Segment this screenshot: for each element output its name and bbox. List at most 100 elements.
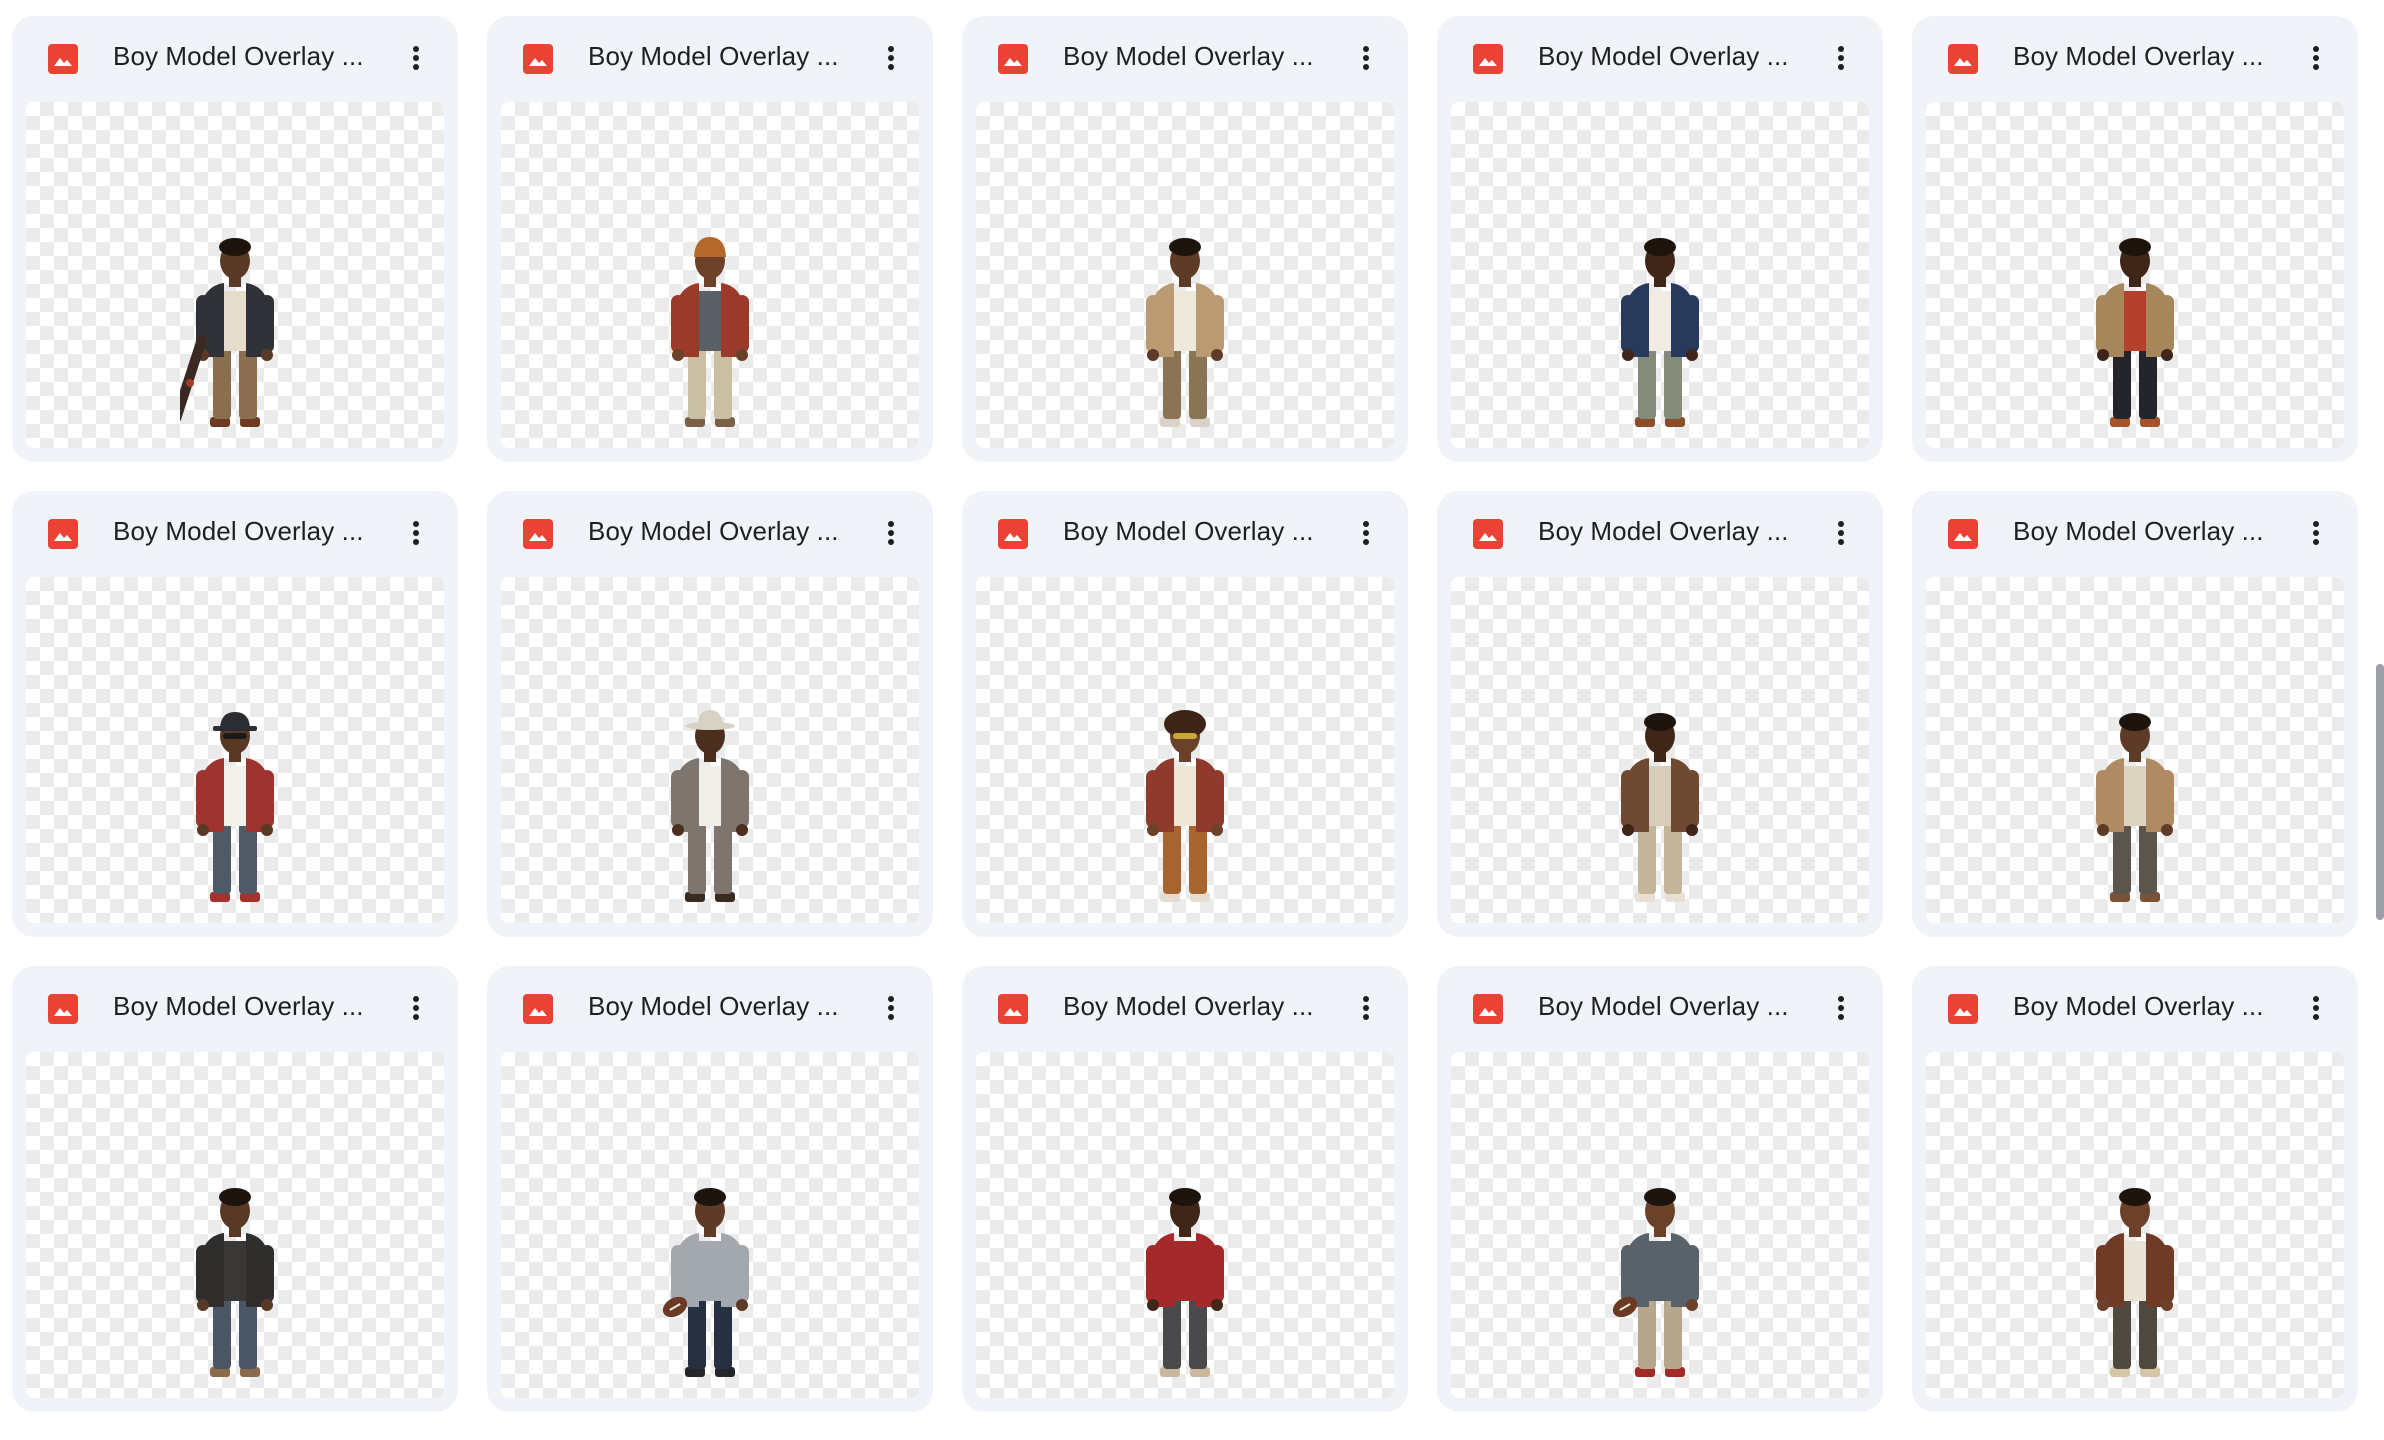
file-card[interactable]: Boy Model Overlay ... xyxy=(1437,16,1883,462)
thumbnail-figure xyxy=(1130,233,1240,434)
image-file-icon xyxy=(998,44,1028,74)
more-actions-button[interactable] xyxy=(394,36,438,80)
file-thumbnail[interactable] xyxy=(26,577,444,923)
image-file-icon xyxy=(523,994,553,1024)
file-thumbnail[interactable] xyxy=(1926,577,2344,923)
file-thumbnail[interactable] xyxy=(976,102,1394,448)
file-card[interactable]: Boy Model Overlay ... xyxy=(1912,966,2358,1412)
image-file-icon xyxy=(998,519,1028,549)
file-card[interactable]: Boy Model Overlay ... xyxy=(1437,966,1883,1412)
file-card[interactable]: Boy Model Overlay ... xyxy=(1912,491,2358,937)
more-actions-button[interactable] xyxy=(2294,511,2338,555)
more-vertical-icon xyxy=(1838,996,1844,1020)
thumbnail-figure xyxy=(655,708,765,909)
thumbnail-figure xyxy=(180,708,290,909)
image-file-icon xyxy=(1473,519,1503,549)
thumbnail-figure xyxy=(2080,1183,2190,1384)
more-vertical-icon xyxy=(888,996,894,1020)
file-card-header: Boy Model Overlay ... xyxy=(962,966,1408,1052)
image-file-icon xyxy=(48,44,78,74)
file-thumbnail[interactable] xyxy=(1451,102,1869,448)
more-vertical-icon xyxy=(1363,521,1369,545)
more-actions-button[interactable] xyxy=(869,511,913,555)
scrollbar[interactable] xyxy=(2376,664,2384,920)
file-title: Boy Model Overlay ... xyxy=(1538,41,1789,71)
more-actions-button[interactable] xyxy=(1344,36,1388,80)
file-card[interactable]: Boy Model Overlay ... xyxy=(962,966,1408,1412)
file-card-header: Boy Model Overlay ... xyxy=(487,491,933,577)
more-actions-button[interactable] xyxy=(2294,986,2338,1030)
thumbnail-figure xyxy=(1130,1183,1240,1384)
file-title: Boy Model Overlay ... xyxy=(2013,41,2264,71)
more-actions-button[interactable] xyxy=(394,511,438,555)
image-file-icon xyxy=(1948,994,1978,1024)
file-thumbnail[interactable] xyxy=(501,577,919,923)
more-actions-button[interactable] xyxy=(2294,36,2338,80)
file-card[interactable]: Boy Model Overlay ... xyxy=(1912,16,2358,462)
thumbnail-figure xyxy=(1605,1183,1715,1384)
file-card[interactable]: Boy Model Overlay ... xyxy=(487,966,933,1412)
more-vertical-icon xyxy=(413,46,419,70)
file-thumbnail[interactable] xyxy=(26,1052,444,1398)
more-vertical-icon xyxy=(888,521,894,545)
more-actions-button[interactable] xyxy=(869,986,913,1030)
more-actions-button[interactable] xyxy=(1819,986,1863,1030)
image-file-icon xyxy=(1948,44,1978,74)
file-thumbnail[interactable] xyxy=(501,102,919,448)
more-actions-button[interactable] xyxy=(1819,511,1863,555)
file-thumbnail[interactable] xyxy=(501,1052,919,1398)
more-vertical-icon xyxy=(413,996,419,1020)
image-file-icon xyxy=(48,519,78,549)
file-card-header: Boy Model Overlay ... xyxy=(1437,491,1883,577)
file-thumbnail[interactable] xyxy=(1926,102,2344,448)
image-file-icon xyxy=(998,994,1028,1024)
file-card[interactable]: Boy Model Overlay ... xyxy=(12,491,458,937)
more-actions-button[interactable] xyxy=(394,986,438,1030)
image-file-icon xyxy=(523,44,553,74)
file-card-header: Boy Model Overlay ... xyxy=(962,16,1408,102)
thumbnail-figure xyxy=(1605,708,1715,909)
more-actions-button[interactable] xyxy=(869,36,913,80)
file-thumbnail[interactable] xyxy=(976,577,1394,923)
thumbnail-figure xyxy=(655,1183,765,1384)
more-vertical-icon xyxy=(888,46,894,70)
thumbnail-figure xyxy=(2080,708,2190,909)
file-card-header: Boy Model Overlay ... xyxy=(487,16,933,102)
more-actions-button[interactable] xyxy=(1344,986,1388,1030)
file-thumbnail[interactable] xyxy=(1926,1052,2344,1398)
file-card-header: Boy Model Overlay ... xyxy=(12,491,458,577)
thumbnail-figure xyxy=(1605,233,1715,434)
more-actions-button[interactable] xyxy=(1344,511,1388,555)
file-card[interactable]: Boy Model Overlay ... xyxy=(962,491,1408,937)
file-card-header: Boy Model Overlay ... xyxy=(962,491,1408,577)
more-vertical-icon xyxy=(1363,46,1369,70)
file-card-header: Boy Model Overlay ... xyxy=(487,966,933,1052)
file-card[interactable]: Boy Model Overlay ... xyxy=(12,16,458,462)
more-vertical-icon xyxy=(1838,521,1844,545)
file-card-header: Boy Model Overlay ... xyxy=(1912,966,2358,1052)
more-actions-button[interactable] xyxy=(1819,36,1863,80)
file-thumbnail[interactable] xyxy=(976,1052,1394,1398)
file-title: Boy Model Overlay ... xyxy=(2013,516,2264,546)
file-card[interactable]: Boy Model Overlay ... xyxy=(1437,491,1883,937)
file-card-header: Boy Model Overlay ... xyxy=(1912,16,2358,102)
file-card[interactable]: Boy Model Overlay ... xyxy=(12,966,458,1412)
more-vertical-icon xyxy=(1838,46,1844,70)
file-card[interactable]: Boy Model Overlay ... xyxy=(962,16,1408,462)
image-file-icon xyxy=(48,994,78,1024)
image-file-icon xyxy=(523,519,553,549)
file-card[interactable]: Boy Model Overlay ... xyxy=(487,16,933,462)
file-thumbnail[interactable] xyxy=(1451,577,1869,923)
image-file-icon xyxy=(1948,519,1978,549)
thumbnail-figure xyxy=(1130,708,1240,909)
image-file-icon xyxy=(1473,994,1503,1024)
file-card[interactable]: Boy Model Overlay ... xyxy=(487,491,933,937)
file-thumbnail[interactable] xyxy=(26,102,444,448)
file-title: Boy Model Overlay ... xyxy=(588,41,839,71)
file-thumbnail[interactable] xyxy=(1451,1052,1869,1398)
file-title: Boy Model Overlay ... xyxy=(1063,516,1314,546)
file-title: Boy Model Overlay ... xyxy=(1538,991,1789,1021)
image-file-icon xyxy=(1473,44,1503,74)
file-title: Boy Model Overlay ... xyxy=(588,516,839,546)
thumbnail-figure xyxy=(655,233,765,434)
